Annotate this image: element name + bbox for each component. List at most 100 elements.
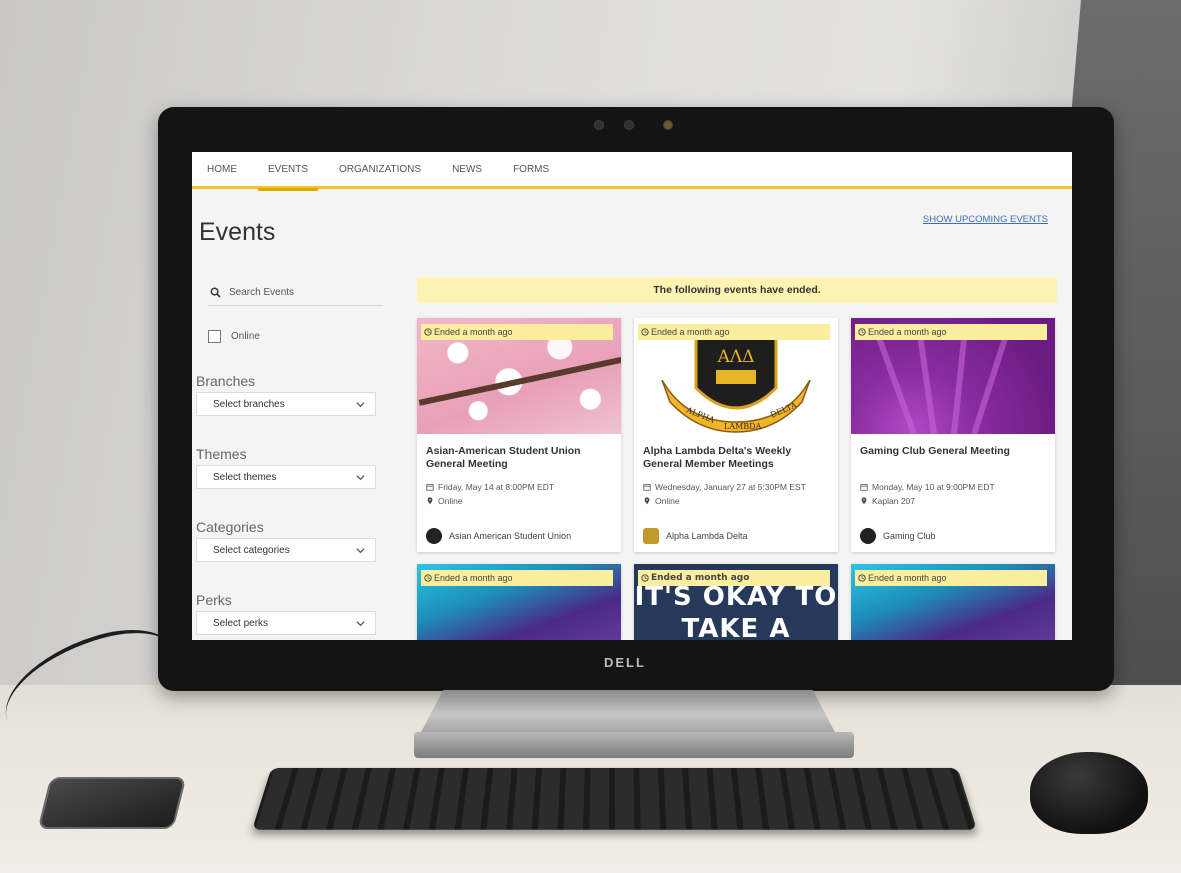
- poster-text-line1: IT'S OKAY TO: [634, 582, 838, 612]
- ended-tag-text: Ended a month ago: [434, 327, 513, 337]
- org-logo-icon: [860, 528, 876, 544]
- monitor-stand-base: [414, 732, 854, 758]
- themes-select[interactable]: Select themes: [196, 465, 376, 489]
- perks-select[interactable]: Select perks: [196, 611, 376, 635]
- clock-icon: [424, 328, 432, 336]
- event-card[interactable]: Ended a month ago Gaming Club General Me…: [851, 318, 1055, 552]
- keyboard: [252, 767, 977, 830]
- org-name: Alpha Lambda Delta: [666, 531, 748, 541]
- event-organization[interactable]: Alpha Lambda Delta: [643, 528, 748, 544]
- image-streak: [971, 328, 1011, 434]
- clock-icon: [641, 328, 649, 336]
- event-organization[interactable]: Gaming Club: [860, 528, 936, 544]
- calendar-icon: [643, 484, 651, 491]
- event-card-body: Asian-American Student Union General Mee…: [417, 434, 621, 552]
- blossom-branch: [418, 356, 621, 406]
- org-logo-icon: [426, 528, 442, 544]
- event-card[interactable]: Ended a month ago Asian-American Student…: [417, 318, 621, 552]
- categories-label: Categories: [196, 519, 264, 535]
- chevron-down-icon: [356, 401, 365, 407]
- event-location-text: Online: [655, 496, 680, 506]
- event-card-body: Gaming Club General Meeting Monday, May …: [851, 434, 1055, 552]
- event-location-text: Online: [438, 496, 463, 506]
- chevron-down-icon: [356, 620, 365, 626]
- org-logo-icon: [643, 528, 659, 544]
- events-results: The following events have ended. Ended a…: [417, 277, 1057, 640]
- ended-tag-text: Ended a month ago: [868, 573, 947, 583]
- monitor-brand-logo: DELL: [604, 655, 646, 670]
- event-image-cherry-blossom: Ended a month ago: [417, 318, 621, 434]
- org-name: Gaming Club: [883, 531, 936, 541]
- search-icon: [210, 287, 221, 298]
- computer-mouse: [1030, 752, 1148, 834]
- branches-select[interactable]: Select branches: [196, 392, 376, 416]
- ended-tag: Ended a month ago: [421, 570, 613, 586]
- nav-news[interactable]: NEWS: [452, 152, 482, 188]
- online-filter[interactable]: Online: [208, 330, 388, 343]
- branches-label: Branches: [196, 373, 256, 389]
- ended-tag-text: Ended a month ago: [868, 327, 947, 337]
- ended-tag-text: Ended a month ago: [651, 327, 730, 337]
- events-grid: Ended a month ago Asian-American Student…: [417, 318, 1057, 640]
- event-location: Online: [426, 496, 612, 506]
- event-image-gaming: Ended a month ago: [417, 564, 621, 640]
- show-upcoming-events-link[interactable]: SHOW UPCOMING EVENTS: [923, 214, 1048, 225]
- perks-label: Perks: [196, 592, 232, 608]
- screen: HOME EVENTS ORGANIZATIONS NEWS FORMS Eve…: [192, 152, 1072, 640]
- top-navigation: HOME EVENTS ORGANIZATIONS NEWS FORMS: [192, 152, 1072, 191]
- event-title: Alpha Lambda Delta's Weekly General Memb…: [643, 445, 792, 470]
- nav-events[interactable]: EVENTS: [257, 152, 319, 191]
- location-pin-icon: [644, 497, 650, 505]
- nav-forms[interactable]: FORMS: [513, 152, 549, 188]
- nav-organizations[interactable]: ORGANIZATIONS: [339, 152, 421, 188]
- event-image-purple-abstract: Ended a month ago: [851, 318, 1055, 434]
- event-location-text: Kaplan 207: [872, 496, 916, 506]
- camera-lens-icon: [624, 120, 634, 130]
- online-checkbox[interactable]: [208, 330, 221, 343]
- location-pin-icon: [861, 497, 867, 505]
- event-organization[interactable]: Asian American Student Union: [426, 528, 571, 544]
- camera-light: [663, 120, 673, 130]
- categories-placeholder: Select categories: [213, 544, 290, 556]
- org-name: Asian American Student Union: [449, 531, 572, 541]
- event-title: Asian-American Student Union General Mee…: [426, 445, 581, 470]
- calendar-icon: [860, 484, 868, 491]
- themes-label: Themes: [196, 446, 247, 462]
- chevron-down-icon: [356, 474, 365, 480]
- monitor-stand: [418, 690, 838, 738]
- event-date: Monday, May 10 at 9:00PM EDT: [860, 482, 1046, 492]
- event-card[interactable]: Ended a month ago: [851, 564, 1055, 640]
- clock-icon: [424, 574, 432, 582]
- search-box: [208, 280, 383, 306]
- branches-placeholder: Select branches: [213, 398, 285, 410]
- clock-icon: [858, 328, 866, 336]
- event-date: Friday, May 14 at 8:00PM EDT: [426, 482, 612, 492]
- image-streak: [951, 324, 969, 434]
- ended-tag: Ended a month ago: [638, 324, 830, 340]
- calendar-icon: [426, 484, 434, 491]
- ended-tag: Ended a month ago: [855, 324, 1047, 340]
- online-label: Online: [231, 331, 260, 342]
- crest-banner-mid: LAMBDA: [724, 422, 762, 431]
- ended-tag-text: Ended a month ago: [651, 573, 750, 583]
- nav-home[interactable]: HOME: [207, 152, 237, 188]
- ended-tag: Ended a month ago: [421, 324, 613, 340]
- event-image-poster: IT'S OKAY TO TAKE A Ended a month ago: [634, 564, 838, 640]
- categories-select[interactable]: Select categories: [196, 538, 376, 562]
- event-card[interactable]: IT'S OKAY TO TAKE A Ended a month ago: [634, 564, 838, 640]
- ended-tag: Ended a month ago: [855, 570, 1047, 586]
- poster-text-line2: TAKE A: [681, 614, 791, 640]
- event-date-text: Friday, May 14 at 8:00PM EDT: [438, 482, 555, 492]
- event-card[interactable]: ΑΛΔ ALPHA LAMBDA DELTA Ended a month ago…: [634, 318, 838, 552]
- event-card[interactable]: Ended a month ago: [417, 564, 621, 640]
- chevron-down-icon: [356, 547, 365, 553]
- search-input[interactable]: [229, 287, 369, 298]
- smartphone: [37, 777, 187, 829]
- camera-sensor: [594, 120, 604, 130]
- event-image-crest: ΑΛΔ ALPHA LAMBDA DELTA Ended a month ago: [634, 318, 838, 434]
- event-date-text: Monday, May 10 at 9:00PM EDT: [872, 482, 995, 492]
- event-date-text: Wednesday, January 27 at 5:30PM EST: [655, 482, 806, 492]
- themes-placeholder: Select themes: [213, 471, 277, 483]
- filters-sidebar: Online Branches Select branches Themes S…: [196, 280, 388, 635]
- event-date: Wednesday, January 27 at 5:30PM EST: [643, 482, 829, 492]
